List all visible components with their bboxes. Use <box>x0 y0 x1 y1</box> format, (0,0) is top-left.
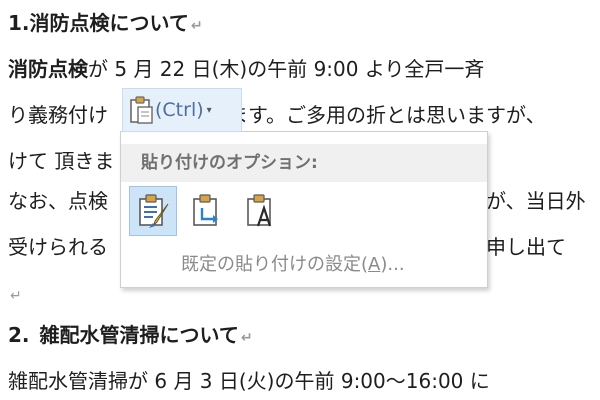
default-paste-suffix: )... <box>380 254 405 275</box>
paste-options-menu: 貼り付けのオプション: 既定の貼り付けの設定(A)... <box>120 131 488 288</box>
body-text: 受けられる <box>8 235 108 259</box>
paste-options-title: 貼り付けのオプション: <box>121 144 487 182</box>
keep-text-only-icon <box>243 192 279 230</box>
body-line: けて 頂きま <box>8 148 114 174</box>
body-line: り義務付け ます。ご多用の折とは思いますが、 <box>8 102 546 128</box>
chevron-down-icon: ▾ <box>206 104 212 116</box>
heading-2-text: 雑配水管清掃について <box>39 323 239 347</box>
body-text: けて 頂きま <box>8 149 115 173</box>
keep-source-formatting-icon <box>135 192 171 230</box>
merge-formatting-icon <box>189 192 225 230</box>
paragraph-mark-icon: ↵ <box>10 288 22 304</box>
keep-text-only-button[interactable] <box>237 186 285 236</box>
body-line: 雑配水管清掃が 6 月 3 日(火)の午前 9:00〜16:00 に <box>8 368 490 394</box>
heading-1-text: 1.消防点検について <box>8 11 189 35</box>
body-text: 雑配水管清掃が 6 月 3 日(火)の午前 9:00〜16:00 に <box>8 369 490 393</box>
bold-term: 消防点検 <box>8 57 88 81</box>
heading-1: 1.消防点検について ↵ <box>8 10 203 36</box>
body-text: り義務付け <box>8 103 108 127</box>
default-paste-accesskey: A <box>368 254 381 275</box>
body-text: が、当日外 <box>486 189 586 213</box>
clipboard-icon <box>127 95 155 125</box>
paste-options-shortcut: (Ctrl) <box>155 99 204 121</box>
set-default-paste-link[interactable]: 既定の貼り付けの設定(A)... <box>181 250 405 276</box>
body-line: 消防点検が 5 月 22 日(木)の午前 9:00 より全戸一斉 <box>8 56 484 82</box>
body-text: なお、点検 <box>8 189 108 213</box>
default-paste-label: 既定の貼り付けの設定( <box>181 254 369 275</box>
merge-formatting-button[interactable] <box>183 186 231 236</box>
paragraph-mark-icon: ↵ <box>240 330 253 346</box>
heading-2-number: 2. <box>8 323 30 347</box>
paragraph-mark-icon: ↵ <box>190 18 203 34</box>
paste-options-button[interactable]: (Ctrl) ▾ <box>122 88 242 132</box>
heading-2: 2. 雑配水管清掃について ↵ <box>8 322 253 348</box>
keep-source-formatting-button[interactable] <box>129 186 177 236</box>
body-text: ます。ご多用の折とは思いますが、 <box>228 103 546 127</box>
empty-paragraph: ↵ <box>8 280 22 306</box>
body-text: 申し出て <box>486 235 566 259</box>
body-text: が 5 月 22 日(木)の午前 9:00 より全戸一斉 <box>88 57 485 81</box>
